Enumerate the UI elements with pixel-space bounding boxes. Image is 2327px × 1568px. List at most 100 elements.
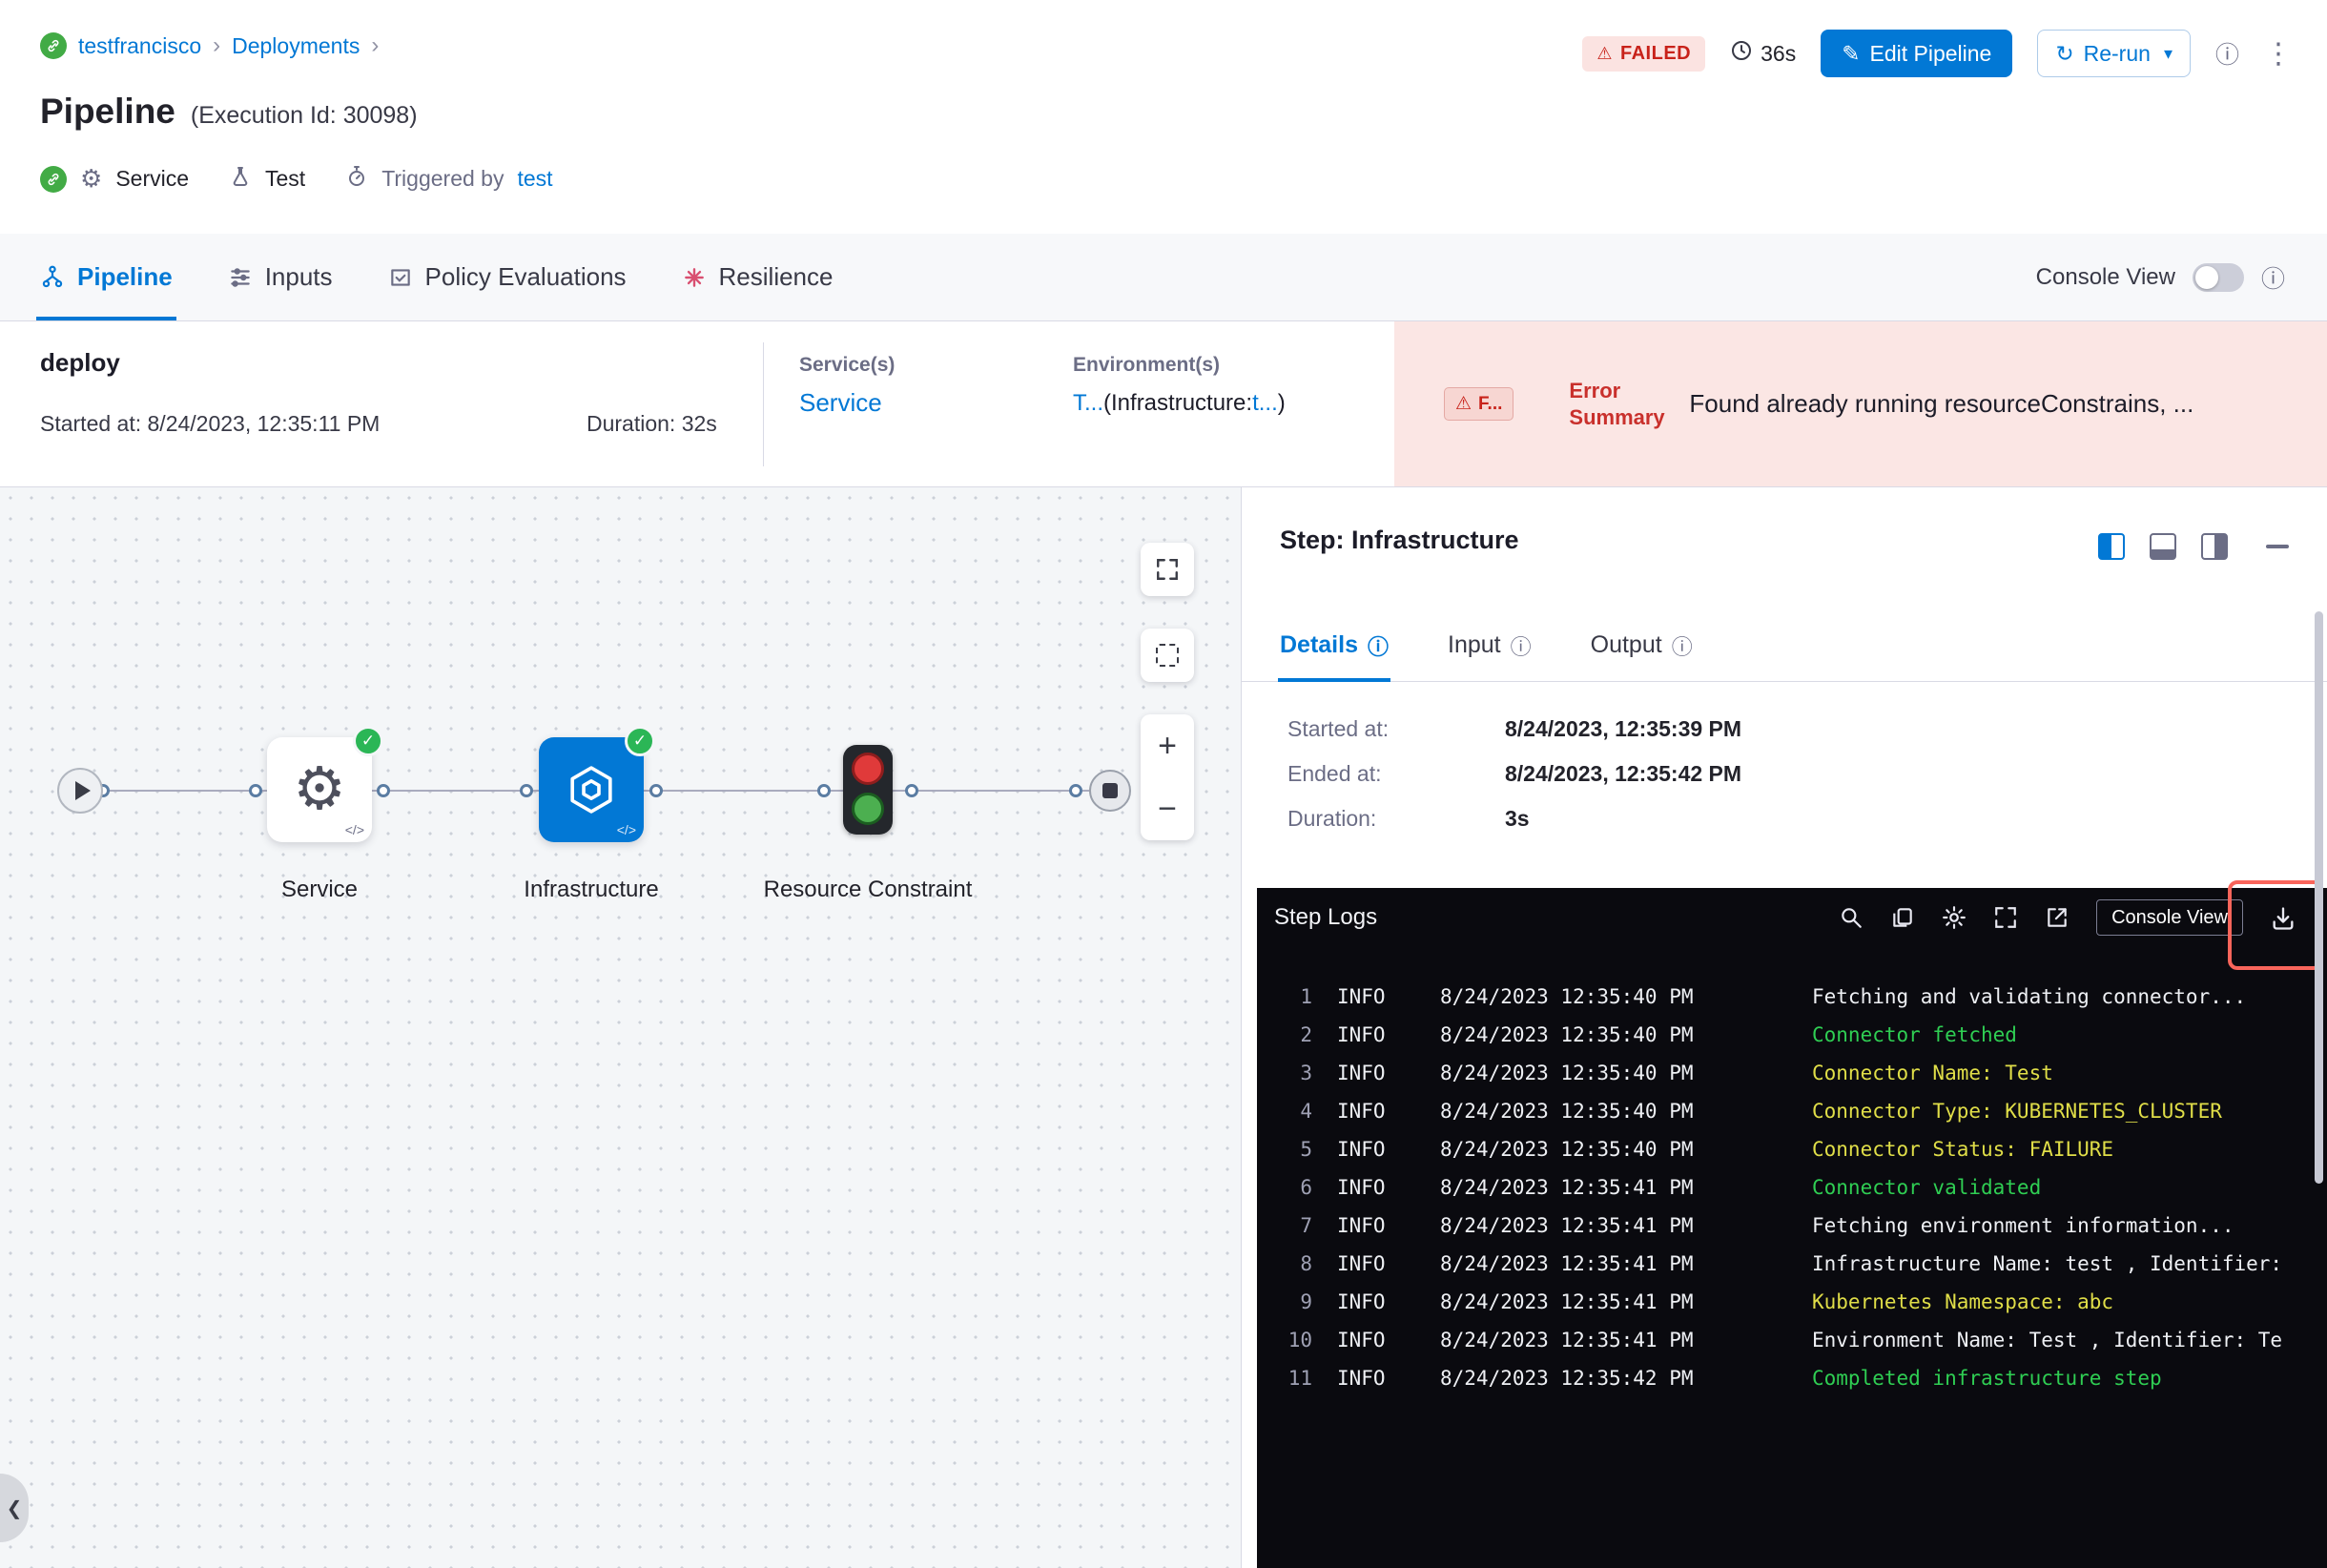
layout-split-view-icon[interactable] [2098,533,2125,560]
breadcrumb-deployments[interactable]: Deployments [232,33,360,59]
stage-duration: Duration: 32s [587,411,717,437]
tab-input[interactable]: Input ⓘ [1448,609,1532,681]
step-logs-title: Step Logs [1274,904,1378,930]
tab-inputs[interactable]: Inputs [228,234,333,320]
tab-details-label: Details [1280,631,1358,658]
log-line: 4 INFO 8/24/2023 12:35:40 PM Connector T… [1257,1092,2327,1130]
info-icon: ⓘ [1367,634,1389,659]
detail-label: Ended at: [1287,761,1382,786]
environments-label: Environment(s) [1073,354,1221,376]
info-icon[interactable]: ⓘ [2215,36,2239,71]
success-check-badge: ✓ [353,726,383,756]
services-label: Service(s) [799,354,896,376]
expand-logs-icon[interactable] [1993,905,2018,930]
infrastructure-link[interactable]: t... [1252,390,1278,416]
node-infrastructure[interactable]: ✓ </> [539,726,655,842]
layout-bottom-view-icon[interactable] [2150,533,2176,560]
log-lines[interactable]: 1 INFO 8/24/2023 12:35:40 PM Fetching an… [1257,978,2327,1397]
console-view-toggle[interactable] [2192,262,2244,292]
duration-value: 32s [681,411,717,436]
fullscreen-icon [1157,559,1178,580]
log-line-text: Kubernetes Namespace: abc [1812,1290,2114,1313]
refresh-icon: ↻ [2055,40,2074,66]
edit-pipeline-button[interactable]: ✎ Edit Pipeline [1821,30,2013,77]
tab-details[interactable]: Details ⓘ [1278,609,1390,682]
canvas-marquee-select-button[interactable] [1141,629,1194,682]
detail-value: 8/24/2023, 12:35:42 PM [1505,761,1742,786]
tab-pipeline[interactable]: Pipeline [36,234,176,320]
pipeline-end-node[interactable] [1089,770,1131,812]
open-in-new-icon[interactable] [2045,905,2070,930]
minimize-panel-icon[interactable] [2266,545,2289,548]
environment-link[interactable]: T... [1073,390,1103,416]
canvas-fullscreen-button[interactable] [1141,543,1194,596]
resilience-icon [684,267,704,287]
step-detail-rows: Started at: 8/24/2023, 12:35:39 PM Ended… [1287,716,1741,851]
zoom-controls: + − [1141,714,1194,840]
service-gear-icon: ⚙ [80,164,103,193]
tab-resilience[interactable]: Resilience [682,234,834,320]
pipeline-start-node[interactable] [57,768,103,814]
pipeline-icon [42,265,63,287]
log-line-number: 9 [1300,1290,1312,1313]
error-summary-message: Found already running resourceConstrains… [1689,389,2194,418]
breadcrumb-project[interactable]: testfrancisco [78,33,201,59]
zoom-in-button[interactable]: + [1141,714,1194,777]
panel-scrollbar[interactable] [2315,611,2323,1184]
duration-label: Duration: [587,411,676,436]
page-title: Pipeline [40,92,175,131]
environment-paren-close: ) [1277,390,1286,416]
layout-right-view-icon[interactable] [2201,533,2228,560]
zoom-out-button[interactable]: − [1141,777,1194,840]
log-line-level: INFO [1337,1252,1386,1275]
tab-output[interactable]: Output ⓘ [1591,609,1693,681]
info-icon[interactable]: ⓘ [2261,260,2285,295]
header-actions: ⚠ FAILED 36s ✎ Edit Pipeline ↻ Re-run ▾ … [1582,29,2293,78]
node-label-resource-constraint: Resource Constraint [763,877,973,902]
inputs-icon [230,267,250,287]
tab-output-label: Output [1590,631,1662,658]
port-dot [249,784,262,797]
page-header: testfrancisco › Deployments › Pipeline (… [0,0,2327,234]
settings-gear-icon[interactable] [1942,905,1967,930]
pipeline-canvas[interactable]: ⚙ ✓ </> Service ✓ </> Infrastructure Res… [0,487,1241,1568]
log-line: 10 INFO 8/24/2023 12:35:41 PM Environmen… [1257,1321,2327,1359]
tabs: Pipeline Inputs Policy Evaluations Resil… [36,234,834,320]
log-line-text: Connector fetched [1812,1023,2017,1046]
panel-collapse-handle[interactable]: ❮ [0,1474,29,1542]
log-line-time: 8/24/2023 12:35:41 PM [1440,1176,1694,1199]
copy-icon[interactable] [1890,905,1915,930]
started-at-label: Started at: [40,411,142,436]
detail-row-started: Started at: 8/24/2023, 12:35:39 PM [1287,716,1741,742]
more-options-menu[interactable]: ⋮ [2264,37,2293,71]
log-line: 8 INFO 8/24/2023 12:35:41 PM Infrastruct… [1257,1245,2327,1283]
node-service[interactable]: ⚙ ✓ </> [267,726,383,842]
services-link[interactable]: Service [799,388,895,418]
error-status-badge: ⚠ F... [1444,387,1514,421]
breadcrumb: testfrancisco › Deployments › [40,32,379,59]
console-view-button[interactable]: Console View [2096,899,2243,936]
log-line-level: INFO [1337,1062,1386,1084]
triggered-by-link[interactable]: test [517,166,552,192]
started-at-value: 8/24/2023, 12:35:11 PM [147,411,381,436]
log-line-time: 8/24/2023 12:35:40 PM [1440,1023,1694,1046]
triggered-by-label: Triggered by [381,166,505,191]
download-logs-icon[interactable] [2270,905,2295,930]
rerun-button[interactable]: ↻ Re-run ▾ [2037,30,2191,77]
search-icon[interactable] [1839,905,1864,930]
tab-resilience-label: Resilience [718,262,834,291]
log-line-number: 7 [1300,1214,1312,1237]
tab-policy-evaluations[interactable]: Policy Evaluations [388,234,627,320]
stage-summary-bar: deploy Started at: 8/24/2023, 12:35:11 P… [0,321,2327,487]
stopwatch-icon [345,165,368,194]
infrastructure-hexagon-icon [570,766,612,814]
main-area: ⚙ ✓ </> Service ✓ </> Infrastructure Res… [0,487,2327,1568]
meta-service-label: Service [115,166,190,191]
node-resource-constraint[interactable] [843,745,893,835]
log-line: 6 INFO 8/24/2023 12:35:41 PM Connector v… [1257,1168,2327,1207]
detail-label: Duration: [1287,806,1377,831]
error-summary-area: ⚠ F... Error Summary Found already runni… [1394,321,2327,486]
node-label-service: Service [280,877,359,902]
log-line-text: Connector Type: KUBERNETES_CLUSTER [1812,1100,2222,1123]
log-line-level: INFO [1337,1176,1386,1199]
